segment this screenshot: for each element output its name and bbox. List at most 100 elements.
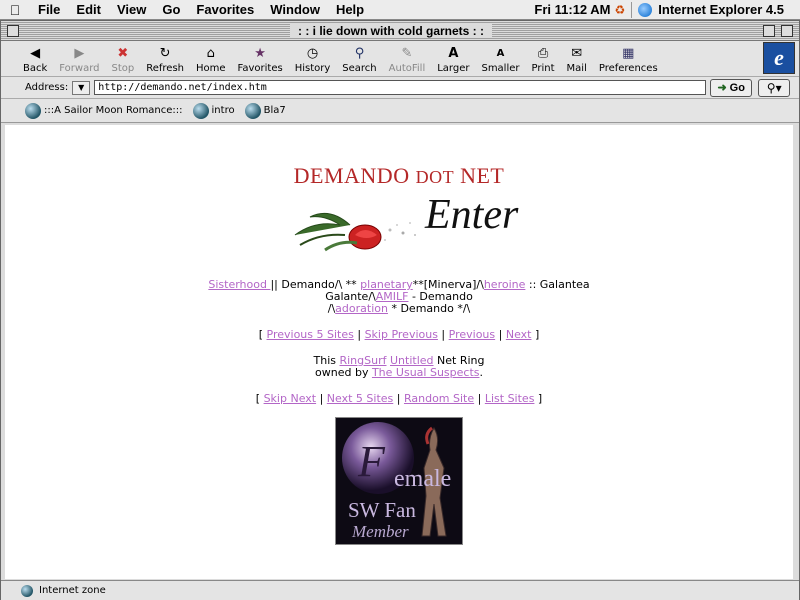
- globe-icon: [192, 102, 209, 119]
- zone-globe-icon: [21, 584, 33, 597]
- go-button[interactable]: ➜ Go: [710, 78, 753, 97]
- menu-go[interactable]: Go: [154, 2, 188, 17]
- forward-button[interactable]: ▶ Forward: [53, 45, 105, 75]
- separator: |: [353, 328, 365, 341]
- next-5-sites-link[interactable]: Next 5 Sites: [327, 392, 393, 405]
- title-demando: DEMANDO: [293, 163, 416, 188]
- autofill-icon: ✎: [401, 45, 413, 61]
- usual-suspects-link[interactable]: The Usual Suspects: [372, 366, 480, 379]
- title-dot: DOT: [415, 167, 455, 187]
- history-label: History: [294, 63, 331, 74]
- webring-nav-next: [ Skip Next | Next 5 Sites | Random Site…: [5, 393, 793, 405]
- text-larger-icon: A: [448, 45, 459, 61]
- stop-icon: ✖: [117, 45, 129, 61]
- menu-edit[interactable]: Edit: [68, 2, 109, 17]
- favorite-bla7[interactable]: Bla7: [244, 102, 286, 119]
- back-button[interactable]: ◀ Back: [17, 45, 53, 75]
- close-box-icon[interactable]: [7, 24, 19, 37]
- home-icon: ⌂: [206, 45, 215, 61]
- svg-text:F: F: [357, 437, 386, 486]
- menu-file[interactable]: File: [30, 2, 68, 17]
- larger-button[interactable]: A Larger: [431, 45, 475, 75]
- ring-text: :: Galantea: [525, 278, 590, 291]
- menubar:  File Edit View Go Favorites Window Hel…: [0, 0, 800, 20]
- favorites-button[interactable]: ★ Favorites: [232, 45, 289, 75]
- favorites-label: Favorites: [237, 63, 283, 74]
- autofill-label: AutoFill: [388, 63, 426, 74]
- control-strip-icon[interactable]: ♻: [615, 3, 626, 17]
- enter-text[interactable]: Enter: [425, 191, 518, 239]
- preferences-button[interactable]: ▦ Preferences: [593, 45, 664, 75]
- separator: |: [437, 328, 449, 341]
- next-link[interactable]: Next: [506, 328, 532, 341]
- list-sites-link[interactable]: List Sites: [485, 392, 535, 405]
- collapse-box-icon[interactable]: [781, 24, 793, 37]
- menubar-clock[interactable]: Fri 11:12 AM: [534, 2, 614, 17]
- enter-link[interactable]: Enter: [285, 192, 545, 267]
- separator: |: [495, 328, 506, 341]
- autofill-button[interactable]: ✎ AutoFill: [383, 45, 432, 75]
- separator: |: [393, 392, 404, 405]
- window-titlebar[interactable]: : : i lie down with cold garnets : :: [1, 21, 799, 41]
- heroine-link[interactable]: heroine: [484, 278, 526, 291]
- globe-icon: [25, 102, 41, 119]
- favorites-icon: ★: [254, 45, 266, 61]
- security-zone: Internet zone: [39, 585, 106, 596]
- back-arrow-icon: ◀: [30, 45, 41, 61]
- home-label: Home: [196, 63, 226, 74]
- address-history-dropdown[interactable]: ▼: [72, 80, 91, 95]
- apple-menu-icon[interactable]: : [0, 2, 30, 18]
- refresh-icon: ↻: [159, 45, 171, 61]
- favorite-label: intro: [211, 105, 235, 116]
- refresh-button[interactable]: ↻ Refresh: [140, 45, 190, 75]
- application-menu[interactable]: Internet Explorer 4.5: [658, 2, 800, 17]
- history-button[interactable]: ◷ History: [289, 45, 337, 75]
- adoration-link[interactable]: adoration: [335, 302, 388, 315]
- mail-label: Mail: [566, 63, 587, 74]
- ie-logo-icon[interactable]: e: [763, 42, 795, 74]
- history-icon: ◷: [306, 45, 319, 61]
- address-bar: Address: ▼ ➜Go ⚲▾: [1, 77, 799, 99]
- address-input[interactable]: [94, 80, 707, 95]
- smaller-label: Smaller: [481, 63, 520, 74]
- favorite-label: Bla7: [263, 105, 286, 116]
- ring-line-3: /\adoration * Demando */\: [5, 303, 793, 315]
- skip-previous-link[interactable]: Skip Previous: [365, 328, 438, 341]
- menu-view[interactable]: View: [109, 2, 154, 17]
- ringsurf-text: .: [479, 366, 483, 379]
- mail-button[interactable]: ✉ Mail: [561, 45, 593, 75]
- zoom-box-icon[interactable]: [763, 24, 775, 37]
- back-label: Back: [23, 63, 48, 74]
- forward-arrow-icon: ▶: [74, 45, 85, 61]
- female-sw-fan-badge[interactable]: F emale SW Fan Member: [335, 417, 463, 545]
- magnifier-icon: ⚲▾: [766, 80, 782, 95]
- previous-link[interactable]: Previous: [449, 328, 496, 341]
- badge-line-3: Member: [352, 522, 409, 541]
- favorite-intro[interactable]: intro: [192, 102, 235, 119]
- home-button[interactable]: ⌂ Home: [190, 45, 232, 75]
- smaller-button[interactable]: A Smaller: [475, 45, 525, 75]
- ringsurf-info: This RingSurf Untitled Net Ring owned by…: [5, 355, 793, 379]
- address-label: Address:: [25, 82, 69, 93]
- search-button[interactable]: ⚲ Search: [336, 45, 382, 75]
- page-content: DEMANDO DOT NET Enter Sisterhood || Dema…: [5, 125, 793, 579]
- random-site-link[interactable]: Random Site: [404, 392, 474, 405]
- status-bar: Internet zone: [1, 580, 799, 600]
- menu-window[interactable]: Window: [262, 2, 328, 17]
- forward-label: Forward: [59, 63, 100, 74]
- print-label: Print: [531, 63, 555, 74]
- stop-label: Stop: [111, 63, 135, 74]
- previous-5-sites-link[interactable]: Previous 5 Sites: [267, 328, 354, 341]
- go-arrow-icon: ➜: [717, 82, 727, 94]
- sisterhood-link[interactable]: Sisterhood: [208, 278, 270, 291]
- quick-search-button[interactable]: ⚲▾: [758, 78, 791, 97]
- menu-favorites[interactable]: Favorites: [188, 2, 262, 17]
- window-title: : : i lie down with cold garnets : :: [290, 23, 492, 38]
- print-icon: ⎙: [537, 45, 549, 61]
- skip-next-link[interactable]: Skip Next: [264, 392, 317, 405]
- menu-help[interactable]: Help: [328, 2, 372, 17]
- stop-button[interactable]: ✖ Stop: [106, 45, 141, 75]
- favorite-sailor-moon[interactable]: :::A Sailor Moon Romance:::: [25, 102, 183, 119]
- print-button[interactable]: ⎙ Print: [526, 45, 561, 75]
- badge-line-2: SW Fan: [348, 498, 416, 522]
